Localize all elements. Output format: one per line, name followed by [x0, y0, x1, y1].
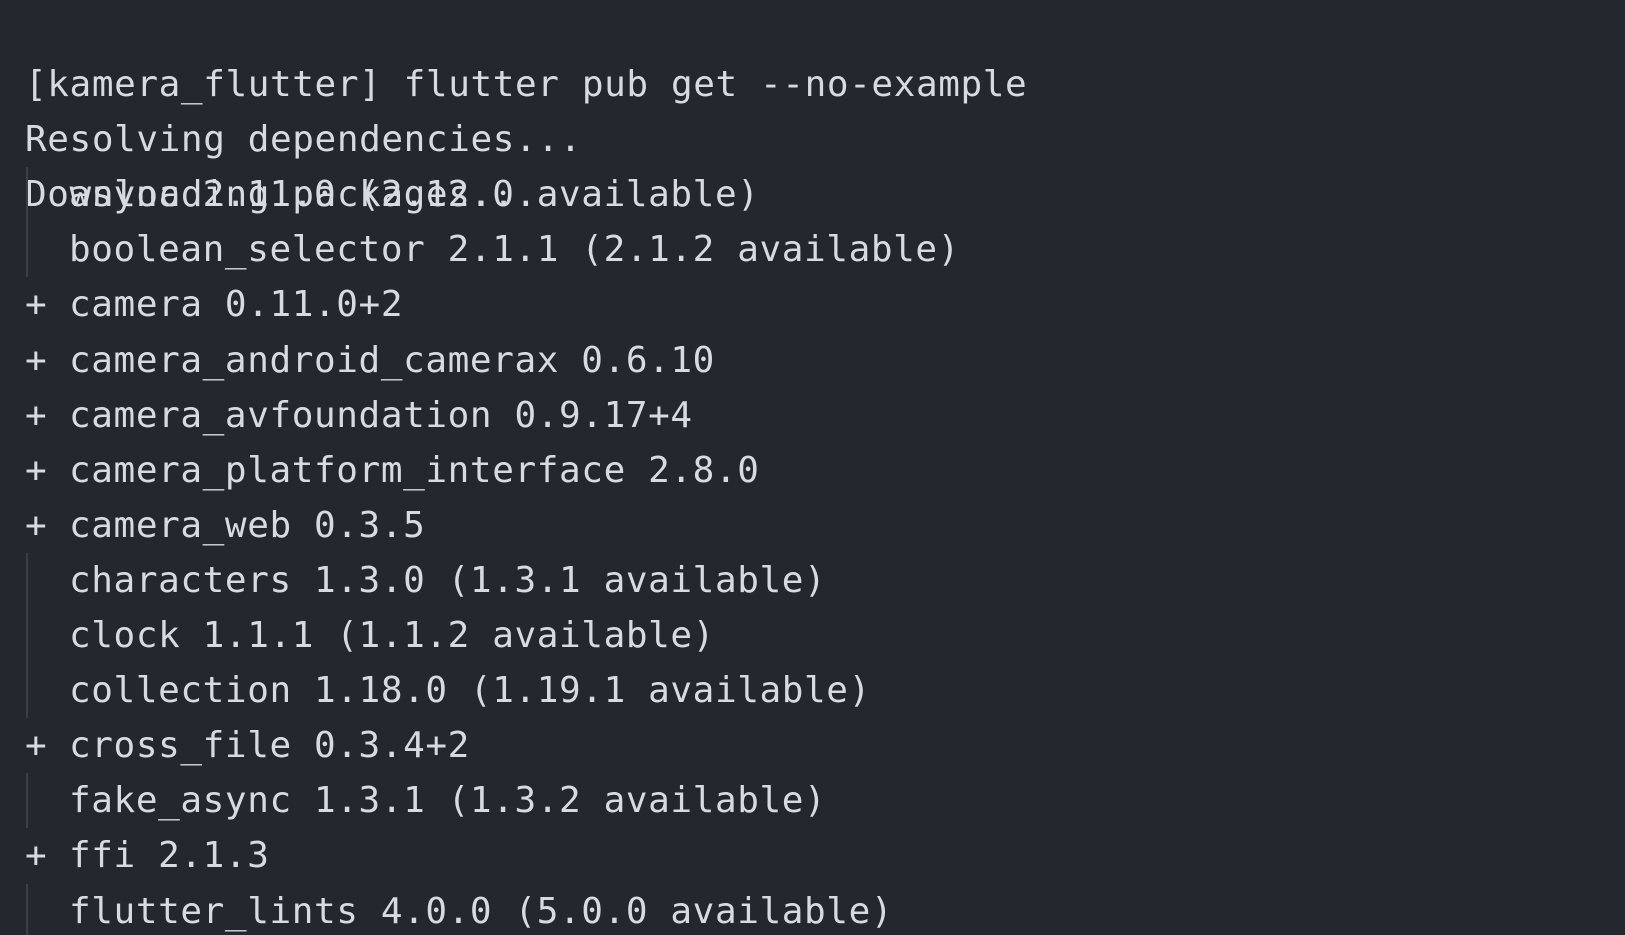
package-text: clock 1.1.1 (1.1.2 available) [69, 615, 715, 657]
package-line-added: + camera_web 0.3.5 [0, 498, 1625, 553]
package-line-added: + camera_avfoundation 0.9.17+4 [0, 388, 1625, 443]
package-line-unchanged: clock 1.1.1 (1.1.2 available) [0, 608, 1625, 664]
package-text: fake_async 1.3.1 (1.3.2 available) [69, 780, 827, 822]
package-text: characters 1.3.0 (1.3.1 available) [69, 559, 827, 601]
status-line: Downloading packages... [0, 112, 1625, 215]
status-line: Resolving dependencies... [0, 57, 1625, 160]
package-text: ffi 2.1.3 [69, 835, 270, 877]
package-line-unchanged: collection 1.18.0 (1.19.1 available) [0, 663, 1625, 719]
package-text: camera_avfoundation 0.9.17+4 [69, 394, 693, 436]
added-marker: + [25, 394, 48, 436]
package-line-added: + camera 0.11.0+2 [0, 277, 1625, 332]
package-line-added: + camera_android_camerax 0.6.10 [0, 333, 1625, 388]
package-line-added: + ffi 2.1.3 [0, 828, 1625, 883]
package-line-added: + cross_file 0.3.4+2 [0, 718, 1625, 773]
package-text: cross_file 0.3.4+2 [69, 725, 470, 767]
added-marker: + [25, 725, 48, 767]
package-line-unchanged: async 2.11.0 (2.12.0 available) [0, 167, 1625, 223]
package-text: collection 1.18.0 (1.19.1 available) [69, 670, 871, 712]
package-text: camera_platform_interface 2.8.0 [69, 449, 760, 491]
package-text: camera_android_camerax 0.6.10 [69, 339, 715, 381]
command-line: [kamera_flutter] flutter pub get --no-ex… [0, 2, 1625, 105]
package-text: camera_web 0.3.5 [69, 504, 426, 546]
package-text: boolean_selector 2.1.1 (2.1.2 available) [69, 229, 960, 271]
package-text: flutter_lints 4.0.0 (5.0.0 available) [69, 890, 894, 932]
added-marker: + [25, 284, 48, 326]
package-list: async 2.11.0 (2.12.0 available) boolean_s… [0, 167, 1625, 935]
added-marker: + [25, 504, 48, 546]
package-text: camera 0.11.0+2 [69, 284, 404, 326]
package-line-added: + camera_platform_interface 2.8.0 [0, 443, 1625, 498]
package-line-unchanged: characters 1.3.0 (1.3.1 available) [0, 552, 1625, 609]
added-marker: + [25, 339, 48, 381]
added-marker: + [25, 449, 48, 491]
terminal-output[interactable]: [kamera_flutter] flutter pub get --no-ex… [0, 0, 1625, 935]
package-line-unchanged: fake_async 1.3.1 (1.3.2 available) [0, 773, 1625, 829]
added-marker: + [25, 835, 48, 877]
package-line-unchanged: flutter_lints 4.0.0 (5.0.0 available) [0, 883, 1625, 935]
package-text: async 2.11.0 (2.12.0 available) [69, 174, 760, 216]
package-line-unchanged: boolean_selector 2.1.1 (2.1.2 available) [0, 222, 1625, 278]
